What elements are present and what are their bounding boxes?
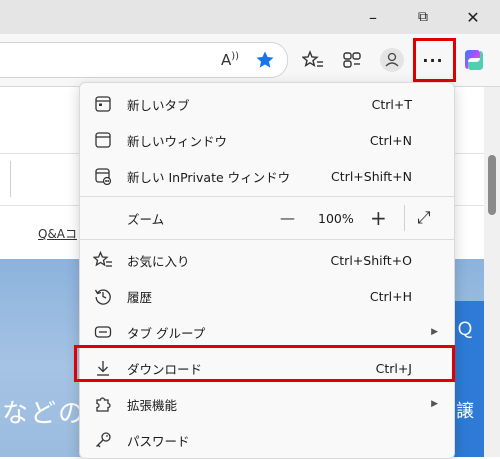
menu-item-label: パスワード bbox=[127, 433, 190, 449]
collections-icon bbox=[343, 52, 361, 68]
scrollbar-thumb[interactable] bbox=[488, 155, 496, 215]
tab-groups-icon bbox=[93, 322, 113, 342]
menu-item-label: タブ グループ bbox=[127, 325, 206, 341]
zoom-divider bbox=[404, 205, 405, 231]
favorite-star-icon[interactable] bbox=[255, 50, 275, 70]
profile-button[interactable] bbox=[376, 44, 408, 76]
zoom-value: 100% bbox=[318, 210, 354, 226]
menu-item-shortcut: Ctrl+N bbox=[369, 132, 412, 148]
menu-item-favorites[interactable]: お気に入り Ctrl+Shift+O bbox=[80, 242, 454, 278]
restore-icon: ⧉ bbox=[418, 9, 428, 25]
close-icon: ✕ bbox=[466, 7, 480, 27]
menu-item-shortcut: Ctrl+H bbox=[369, 288, 412, 304]
copilot-icon bbox=[465, 50, 483, 70]
menu-item-new-tab[interactable]: 新しいタブ Ctrl+T bbox=[80, 86, 454, 122]
menu-item-new-window[interactable]: 新しいウィンドウ Ctrl+N bbox=[80, 122, 454, 158]
zoom-in-button[interactable]: + bbox=[370, 206, 387, 230]
menu-separator bbox=[80, 239, 454, 240]
hero-text: などの bbox=[2, 399, 87, 429]
menu-separator bbox=[80, 196, 454, 197]
inprivate-window-icon bbox=[93, 166, 113, 186]
key-icon bbox=[93, 430, 113, 450]
copilot-button[interactable] bbox=[458, 44, 490, 76]
menu-item-zoom: ズーム — 100% + ⤢ bbox=[80, 199, 454, 237]
menu-item-shortcut: Ctrl+Shift+N bbox=[331, 168, 412, 184]
read-aloud-icon[interactable]: A)) bbox=[221, 51, 239, 69]
menu-item-label: 履歴 bbox=[127, 289, 153, 305]
restore-button[interactable]: ⧉ bbox=[400, 0, 446, 34]
submenu-arrow-icon: ▶ bbox=[431, 327, 438, 337]
menu-item-shortcut: Ctrl+T bbox=[371, 96, 412, 112]
menu-item-label: 新しい InPrivate ウィンドウ bbox=[127, 169, 291, 185]
minimize-button[interactable]: – bbox=[350, 0, 396, 34]
favorites-icon bbox=[93, 250, 113, 270]
new-window-icon bbox=[93, 130, 113, 150]
menu-item-passwords[interactable]: パスワード bbox=[80, 422, 454, 458]
extensions-puzzle-icon bbox=[93, 394, 113, 414]
menu-item-extensions[interactable]: 拡張機能 ▶ bbox=[80, 386, 454, 422]
menu-item-new-inprivate-window[interactable]: 新しい InPrivate ウィンドウ Ctrl+Shift+N bbox=[80, 158, 454, 194]
fullscreen-icon[interactable]: ⤢ bbox=[417, 208, 431, 228]
address-bar[interactable]: A)) bbox=[0, 42, 288, 78]
page-search-edge bbox=[10, 161, 11, 197]
downloads-highlight bbox=[74, 345, 455, 382]
settings-menu: 新しいタブ Ctrl+T 新しいウィンドウ Ctrl+N 新しい InPriva… bbox=[79, 82, 455, 459]
menu-item-shortcut: Ctrl+Shift+O bbox=[330, 252, 412, 268]
side-banner: Ｑ 譲 bbox=[454, 301, 484, 457]
menu-item-label: 新しいウィンドウ bbox=[127, 133, 228, 149]
qa-link[interactable]: Q&Aコ bbox=[38, 225, 77, 242]
profile-avatar-icon bbox=[380, 48, 404, 72]
page-scrollbar[interactable] bbox=[484, 87, 500, 457]
zoom-out-button[interactable]: — bbox=[280, 209, 295, 227]
favorites-list-icon bbox=[302, 50, 323, 68]
zoom-label: ズーム bbox=[127, 211, 165, 227]
title-bar: – ⧉ ✕ bbox=[0, 0, 500, 34]
menu-item-label: 新しいタブ bbox=[127, 97, 190, 113]
submenu-arrow-icon: ▶ bbox=[431, 399, 438, 409]
menu-item-label: お気に入り bbox=[127, 253, 190, 269]
minimize-icon: – bbox=[369, 7, 377, 27]
history-icon bbox=[93, 286, 113, 306]
favorites-button[interactable] bbox=[297, 44, 329, 76]
menu-item-label: 拡張機能 bbox=[127, 397, 178, 413]
menu-item-history[interactable]: 履歴 Ctrl+H bbox=[80, 278, 454, 314]
close-button[interactable]: ✕ bbox=[450, 0, 496, 34]
more-button-highlight bbox=[413, 38, 456, 82]
new-tab-icon bbox=[93, 94, 113, 114]
collections-button[interactable] bbox=[336, 44, 368, 76]
